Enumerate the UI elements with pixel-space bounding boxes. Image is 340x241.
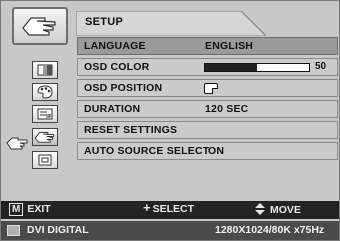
status-bar: DVI DIGITAL 1280X1024/80K x75Hz [1,221,339,240]
image-icon-graphic [37,108,53,120]
menu-item-label: AUTO SOURCE SELECT [84,145,210,157]
menu-item-reset-settings[interactable]: RESET SETTINGS [77,121,338,139]
menu-item-value: 120 SEC [205,103,249,115]
hand-icon-graphic [22,17,56,36]
menu-item-duration[interactable]: DURATION 120 SEC [77,100,338,118]
osd-panel: SETUP LANGUAGE ENGLISH OSD COLOR 50 OSD … [0,0,340,241]
source-icon [7,225,20,236]
setup-header: SETUP [76,11,266,36]
position-corner-icon [204,83,218,94]
osd-color-slider[interactable] [204,63,310,72]
select-label: SELECT [152,203,195,215]
menu-item-label: OSD COLOR [84,61,150,73]
plus-icon: + [143,200,151,215]
exit-label: EXIT [27,203,51,215]
slider-value: 50 [315,61,327,72]
input-icon-graphic [38,154,52,166]
menu-item-language[interactable]: LANGUAGE ENGLISH [77,37,338,55]
setup-hand-icon-graphic [34,131,55,143]
menu-item-osd-color[interactable]: OSD COLOR 50 [77,58,338,76]
menu-item-label: RESET SETTINGS [84,124,178,136]
exit-hint[interactable]: M EXIT [9,203,51,216]
menu-item-auto-source-select[interactable]: AUTO SOURCE SELECT ON [77,142,338,160]
menu-item-label: DURATION [84,103,141,115]
brightness-icon[interactable] [32,61,58,79]
key-hint-bar: M EXIT + SELECT MOVE [1,201,339,219]
move-hint[interactable]: MOVE [255,203,301,216]
menu-item-value: ON [208,145,225,157]
menu-item-label: OSD POSITION [84,82,163,94]
image-icon[interactable] [32,105,58,123]
page-title: SETUP [85,16,124,28]
menu-key-icon: M [9,203,24,216]
select-hint[interactable]: + SELECT [143,200,195,215]
menu-item-value: ENGLISH [205,40,254,52]
hand-icon[interactable] [12,7,68,45]
menu-item-label: LANGUAGE [84,40,146,52]
setup-hand-icon[interactable] [32,128,58,146]
input-icon[interactable] [32,151,58,169]
color-icon-graphic [37,85,53,99]
pointer-hand-icon [6,137,28,150]
resolution-readout: 1280X1024/80K x75Hz [215,224,325,236]
menu-item-osd-position[interactable]: OSD POSITION [77,79,338,97]
input-source: DVI DIGITAL [27,224,89,236]
brightness-icon-graphic [37,64,53,76]
move-label: MOVE [270,204,301,216]
up-down-arrow-icon [255,203,265,215]
slider-fill [205,64,257,71]
color-icon[interactable] [32,83,58,101]
